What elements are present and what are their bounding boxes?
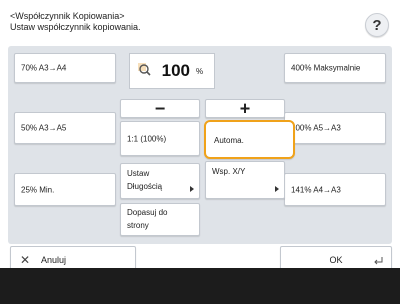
plus-icon: +: [239, 98, 251, 118]
header-bar: <Współczynnik Kopiowania> Ustaw współczy…: [0, 0, 400, 46]
chevron-right-icon: [275, 186, 279, 192]
xy-ratio-label: Wsp. X/Y: [212, 167, 246, 176]
ratio-panel: 70% A3→A4 50% A3→A5 25% Min. 400% Maksym…: [8, 46, 392, 244]
preset-label: 400% Maksymalnie: [291, 63, 361, 73]
footer-bar: [0, 268, 400, 304]
fit-label-1: Dopasuj do: [127, 208, 168, 217]
close-icon: ✕: [20, 253, 31, 267]
chevron-right-icon: [190, 186, 194, 192]
cancel-label: Anuluj: [41, 255, 67, 265]
preset-label: 25% Min.: [21, 185, 55, 194]
preset-400-button[interactable]: 400% Maksymalnie: [284, 53, 386, 83]
ok-button[interactable]: OK: [280, 246, 392, 270]
zoom-value-display: 100 %: [129, 53, 215, 89]
auto-button[interactable]: Automa.: [204, 120, 295, 159]
set-length-label-2: Długością: [127, 182, 163, 191]
preset-25-button[interactable]: 25% Min.: [14, 173, 116, 206]
cancel-button[interactable]: ✕ Anuluj: [10, 246, 136, 270]
set-by-length-button[interactable]: Ustaw Długością: [120, 163, 200, 199]
increase-button[interactable]: +: [205, 98, 285, 118]
xy-ratio-button[interactable]: Wsp. X/Y: [205, 161, 285, 199]
zoom-value: 100: [161, 61, 190, 80]
auto-label: Automa.: [214, 136, 244, 145]
preset-label: 141% A4→A3: [291, 185, 341, 194]
preset-label: 70% A3→A4: [21, 63, 67, 73]
preset-label: 200% A5→A3: [291, 123, 341, 133]
preset-50-button[interactable]: 50% A3→A5: [14, 112, 116, 144]
help-button[interactable]: ?: [365, 13, 389, 37]
screen-title: <Współczynnik Kopiowania>: [10, 11, 125, 21]
screen-instruction: Ustaw współczynnik kopiowania.: [10, 22, 141, 32]
preset-70-button[interactable]: 70% A3→A4: [14, 53, 116, 83]
preset-200-button[interactable]: 200% A5→A3: [284, 112, 386, 144]
zoom-magnifier-icon: [138, 63, 151, 76]
preset-label: 50% A3→A5: [21, 123, 67, 133]
one-to-one-button[interactable]: 1:1 (100%): [120, 121, 200, 156]
decrease-button[interactable]: −: [120, 98, 200, 118]
set-length-label-1: Ustaw: [127, 169, 150, 178]
minus-icon: −: [154, 98, 166, 118]
fit-label-2: strony: [127, 221, 149, 230]
return-arrow-icon: [374, 257, 383, 265]
one-to-one-label: 1:1 (100%): [127, 134, 167, 143]
preset-141-button[interactable]: 141% A4→A3: [284, 173, 386, 206]
zoom-unit: %: [196, 67, 204, 76]
fit-to-page-button[interactable]: Dopasuj do strony: [120, 203, 200, 236]
